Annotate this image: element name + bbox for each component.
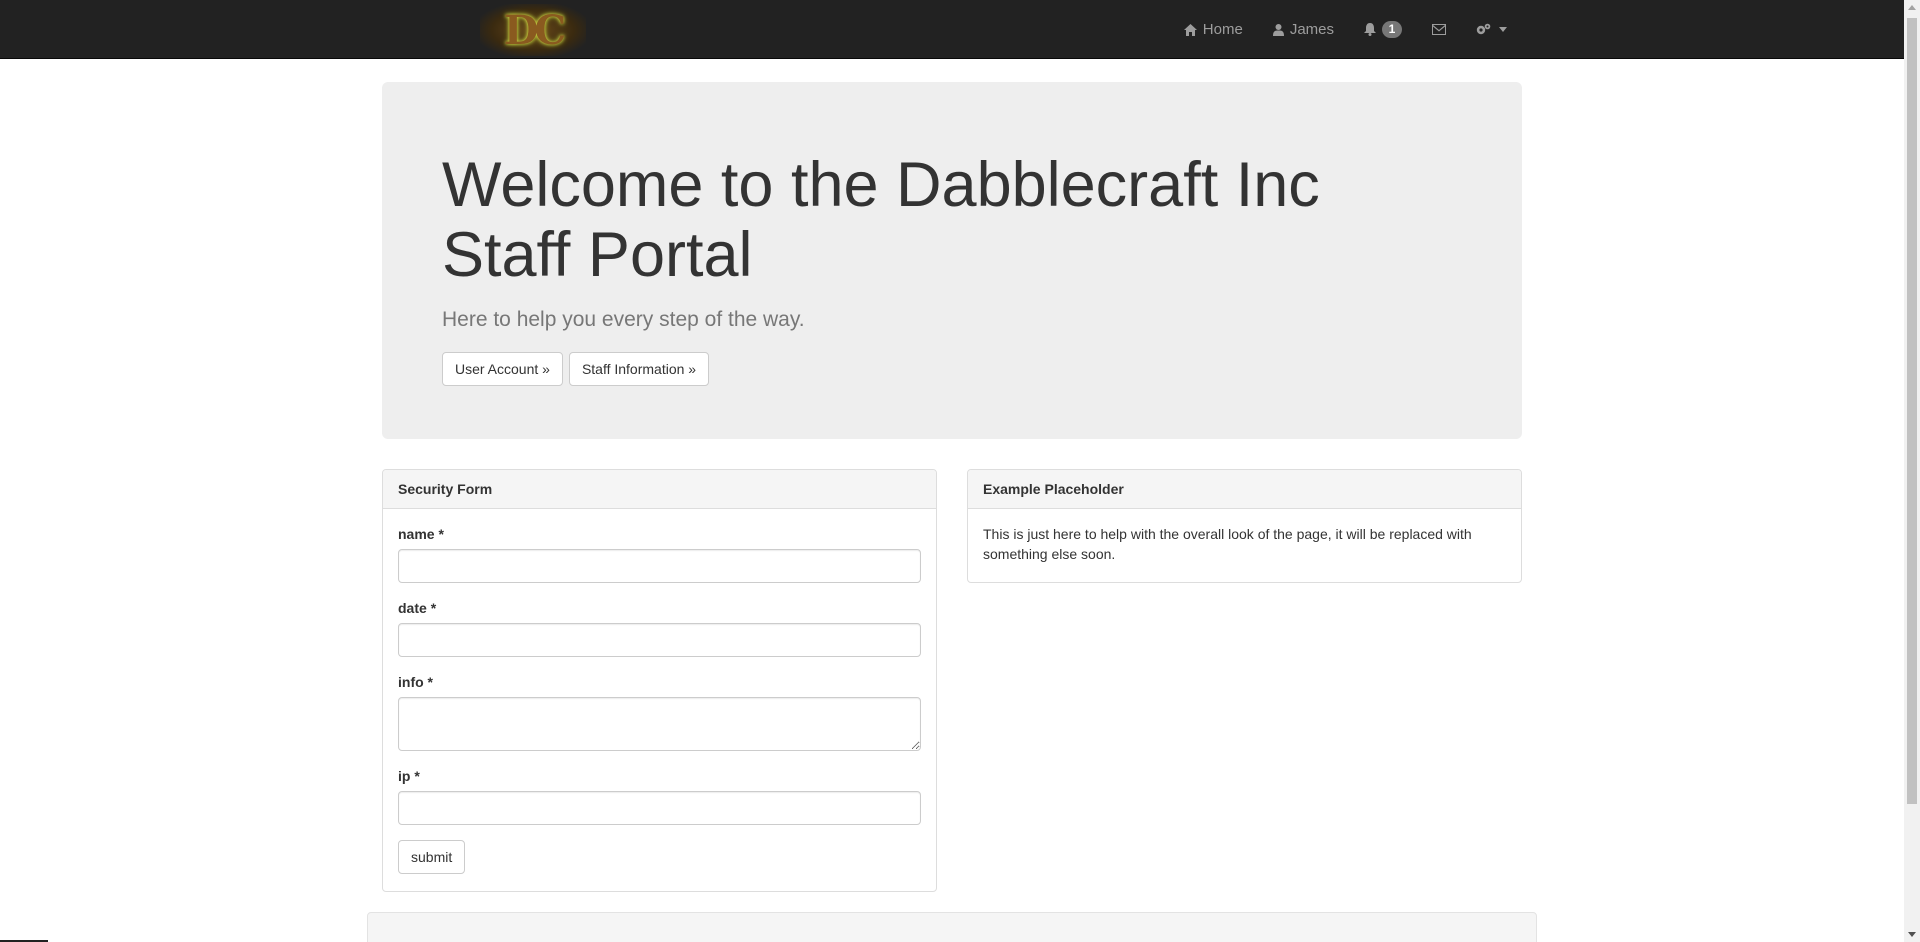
ip-label: ip * — [398, 766, 921, 786]
cogs-icon — [1476, 23, 1491, 35]
security-form-body: name * date * info * ip * submit — [383, 509, 936, 889]
placeholder-heading: Example Placeholder — [968, 470, 1521, 509]
top-navbar: DC Home James 1 — [0, 0, 1904, 59]
required-mark: * — [438, 526, 444, 542]
date-form-group: date * — [398, 598, 921, 657]
nav-user-link[interactable]: James — [1258, 0, 1349, 59]
ip-input[interactable] — [398, 791, 921, 825]
notification-badge: 1 — [1382, 21, 1402, 38]
name-input[interactable] — [398, 549, 921, 583]
info-textarea[interactable] — [398, 697, 921, 751]
example-placeholder-panel: Example Placeholder This is just here to… — [967, 469, 1522, 583]
name-label: name * — [398, 524, 921, 544]
page-scrollbar[interactable] — [1904, 0, 1920, 942]
ip-form-group: ip * — [398, 766, 921, 825]
date-label: date * — [398, 598, 921, 618]
user-account-button[interactable]: User Account » — [442, 352, 563, 386]
scrollbar-thumb[interactable] — [1907, 18, 1917, 804]
bell-icon — [1364, 23, 1376, 36]
required-mark: * — [430, 600, 437, 616]
info-label: info * — [398, 672, 921, 692]
required-mark: * — [427, 674, 433, 690]
home-icon — [1183, 23, 1197, 36]
nav-user-label: James — [1289, 21, 1334, 38]
name-label-text: name — [398, 526, 435, 542]
lead-text: Here to help you every step of the way. — [442, 308, 805, 331]
info-label-text: info — [398, 674, 424, 690]
nav-messages-link[interactable] — [1417, 0, 1461, 59]
security-form-heading: Security Form — [383, 470, 936, 509]
user-icon — [1272, 23, 1284, 36]
brand-logo-text: DC — [503, 6, 566, 54]
required-mark: * — [414, 768, 420, 784]
info-form-group: info * — [398, 672, 921, 751]
chevron-down-icon — [1499, 27, 1507, 32]
footer-well — [367, 912, 1537, 942]
nav-home-label: Home — [1202, 21, 1243, 38]
scroll-down-arrow-icon[interactable] — [1908, 932, 1916, 937]
nav-settings-dropdown[interactable] — [1461, 0, 1522, 59]
jumbotron-buttons: User Account » Staff Information » — [442, 352, 1462, 386]
date-input[interactable] — [398, 623, 921, 657]
scroll-up-arrow-icon[interactable] — [1908, 5, 1916, 10]
page-title: Welcome to the Dabblecraft Inc Staff Por… — [442, 150, 1320, 290]
submit-button[interactable]: submit — [398, 840, 466, 874]
welcome-jumbotron: Welcome to the Dabblecraft Inc Staff Por… — [382, 82, 1522, 439]
ip-label-text: ip — [398, 768, 411, 784]
nav-notifications-link[interactable]: 1 — [1349, 0, 1417, 59]
staff-information-button[interactable]: Staff Information » — [568, 352, 710, 386]
placeholder-body: This is just here to help with the overa… — [983, 526, 1472, 562]
name-form-group: name * — [398, 524, 921, 583]
navbar-right-menu: Home James 1 — [1169, 0, 1522, 59]
envelope-icon — [1432, 24, 1446, 35]
brand-logo[interactable]: DC — [480, 4, 586, 56]
page: DC Home James 1 Welcome to the Dabblecra… — [0, 0, 1920, 942]
nav-home-link[interactable]: Home — [1169, 0, 1258, 59]
date-label-text: date — [398, 600, 427, 616]
security-form-panel: Security Form name * date * info * ip * … — [382, 469, 937, 892]
